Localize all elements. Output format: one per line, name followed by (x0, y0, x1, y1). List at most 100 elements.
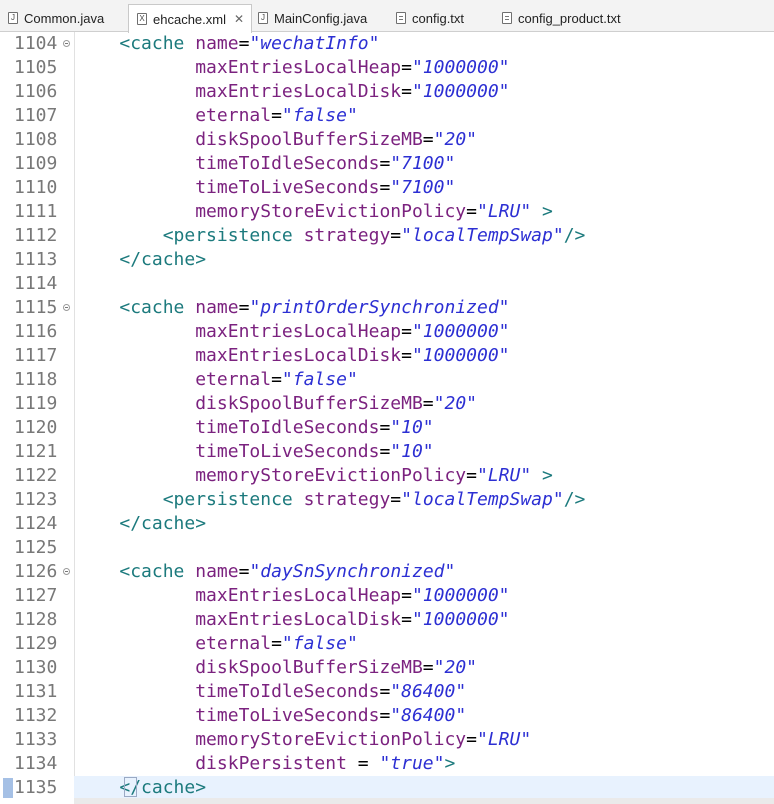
code-text[interactable]: </cache> (76, 249, 206, 271)
code-line[interactable]: 1104 <cache name="wechatInfo" (0, 32, 774, 56)
code-line[interactable]: 1134 diskPersistent = "true"> (0, 752, 774, 776)
code-text[interactable]: maxEntriesLocalDisk="1000000" (76, 81, 509, 103)
code-token: "86400" (390, 681, 467, 702)
code-line[interactable]: 1113 </cache> (0, 248, 774, 272)
code-line[interactable]: 1128 maxEntriesLocalDisk="1000000" (0, 608, 774, 632)
line-number: 1116 (14, 321, 58, 342)
code-line[interactable]: 1115 <cache name="printOrderSynchronized… (0, 296, 774, 320)
code-line[interactable]: 1116 maxEntriesLocalHeap="1000000" (0, 320, 774, 344)
tab-ehcache-xml[interactable]: X ehcache.xml ✕ (128, 4, 252, 33)
code-line[interactable]: 1111 memoryStoreEvictionPolicy="LRU" > (0, 200, 774, 224)
code-text[interactable]: memoryStoreEvictionPolicy="LRU" > (76, 201, 553, 223)
code-line[interactable]: 1119 diskSpoolBufferSizeMB="20" (0, 392, 774, 416)
line-number: 1120 (14, 417, 58, 438)
code-line[interactable]: 1108 diskSpoolBufferSizeMB="20" (0, 128, 774, 152)
code-text[interactable]: eternal="false" (76, 105, 358, 127)
line-gutter: 1106 (0, 80, 74, 104)
code-text[interactable]: <persistence strategy="localTempSwap"/> (76, 489, 586, 511)
code-text[interactable]: timeToIdleSeconds="10" (76, 417, 433, 439)
code-token: = (466, 201, 477, 222)
code-text[interactable]: maxEntriesLocalHeap="1000000" (76, 57, 509, 79)
code-line[interactable]: 1131 timeToIdleSeconds="86400" (0, 680, 774, 704)
code-text[interactable]: diskSpoolBufferSizeMB="20" (76, 129, 477, 151)
code-text[interactable]: memoryStoreEvictionPolicy="LRU" > (76, 465, 553, 487)
line-gutter: 1115 (0, 296, 74, 320)
code-line[interactable]: 1133 memoryStoreEvictionPolicy="LRU" (0, 728, 774, 752)
code-text[interactable]: </cache> (76, 513, 206, 535)
line-number: 1133 (14, 729, 58, 750)
tab-config-product-txt[interactable]: config_product.txt (494, 6, 646, 30)
code-text[interactable]: eternal="false" (76, 369, 358, 391)
code-text[interactable]: diskPersistent = "true"> (76, 753, 455, 775)
fold-toggle-icon[interactable] (63, 40, 70, 47)
code-line[interactable]: 1129 eternal="false" (0, 632, 774, 656)
close-icon[interactable]: ✕ (234, 12, 244, 26)
code-text[interactable]: <cache name="wechatInfo" (76, 33, 379, 55)
code-line[interactable]: 1114 (0, 272, 774, 296)
code-line[interactable]: 1124 </cache> (0, 512, 774, 536)
code-line[interactable]: 1120 timeToIdleSeconds="10" (0, 416, 774, 440)
line-gutter: 1111 (0, 200, 74, 224)
code-line[interactable]: 1107 eternal="false" (0, 104, 774, 128)
code-text[interactable]: memoryStoreEvictionPolicy="LRU" (76, 729, 531, 751)
code-text[interactable]: timeToIdleSeconds="7100" (76, 153, 455, 175)
code-line[interactable]: 1112 <persistence strategy="localTempSwa… (0, 224, 774, 248)
code-line[interactable]: 1123 <persistence strategy="localTempSwa… (0, 488, 774, 512)
code-text[interactable]: maxEntriesLocalHeap="1000000" (76, 321, 509, 343)
code-token: diskPersistent (195, 753, 347, 774)
code-line[interactable]: 1105 maxEntriesLocalHeap="1000000" (0, 56, 774, 80)
code-line[interactable]: 1110 timeToLiveSeconds="7100" (0, 176, 774, 200)
code-editor[interactable]: 1104 <cache name="wechatInfo" 1105 maxEnt… (0, 32, 774, 804)
fold-toggle-icon[interactable] (63, 304, 70, 311)
code-line[interactable]: 1121 timeToLiveSeconds="10" (0, 440, 774, 464)
code-token: maxEntriesLocalHeap (195, 57, 402, 78)
code-text[interactable]: timeToIdleSeconds="86400" (76, 681, 466, 703)
code-line[interactable]: 1127 maxEntriesLocalHeap="1000000" (0, 584, 774, 608)
horizontal-scrollbar[interactable] (74, 798, 774, 804)
line-gutter: 1124 (0, 512, 74, 536)
code-text[interactable]: maxEntriesLocalDisk="1000000" (76, 345, 509, 367)
code-line[interactable]: 1130 diskSpoolBufferSizeMB="20" (0, 656, 774, 680)
code-line[interactable]: 1126 <cache name="daySnSynchronized" (0, 560, 774, 584)
code-text[interactable]: <cache name="printOrderSynchronized" (76, 297, 509, 319)
code-token: diskSpoolBufferSizeMB (195, 657, 423, 678)
code-text[interactable]: diskSpoolBufferSizeMB="20" (76, 657, 477, 679)
code-line[interactable]: 1135 </cache> (0, 776, 774, 800)
code-text[interactable]: eternal="false" (76, 633, 358, 655)
code-token: "wechatInfo" (249, 33, 380, 54)
code-text[interactable]: timeToLiveSeconds="7100" (76, 177, 455, 199)
code-token: = (379, 705, 391, 726)
code-token: = (390, 489, 402, 510)
code-line[interactable]: 1106 maxEntriesLocalDisk="1000000" (0, 80, 774, 104)
code-text[interactable]: timeToLiveSeconds="86400" (76, 705, 466, 727)
line-number: 1115 (14, 297, 58, 318)
code-line[interactable]: 1117 maxEntriesLocalDisk="1000000" (0, 344, 774, 368)
tab-mainconfig-java[interactable]: J MainConfig.java (250, 6, 388, 30)
line-number: 1135 (14, 777, 58, 798)
code-line[interactable]: 1109 timeToIdleSeconds="7100" (0, 152, 774, 176)
tab-config-txt[interactable]: config.txt (388, 6, 494, 30)
code-text[interactable]: <persistence strategy="localTempSwap"/> (76, 225, 586, 247)
code-text[interactable]: </cache> (76, 777, 206, 799)
code-text[interactable]: maxEntriesLocalDisk="1000000" (76, 609, 509, 631)
tab-common-java[interactable]: J Common.java (0, 6, 128, 30)
code-line[interactable]: 1125 (0, 536, 774, 560)
code-line[interactable]: 1118 eternal="false" (0, 368, 774, 392)
code-token: strategy (303, 489, 391, 510)
code-text[interactable]: <cache name="daySnSynchronized" (76, 561, 455, 583)
fold-toggle-icon[interactable] (63, 568, 70, 575)
line-gutter: 1109 (0, 152, 74, 176)
code-text[interactable]: diskSpoolBufferSizeMB="20" (76, 393, 477, 415)
code-line[interactable]: 1122 memoryStoreEvictionPolicy="LRU" > (0, 464, 774, 488)
code-line[interactable]: 1132 timeToLiveSeconds="86400" (0, 704, 774, 728)
line-gutter: 1112 (0, 224, 74, 248)
code-token: = (238, 33, 250, 54)
code-text[interactable]: timeToLiveSeconds="10" (76, 441, 433, 463)
line-number: 1113 (14, 249, 58, 270)
code-text[interactable]: maxEntriesLocalHeap="1000000" (76, 585, 509, 607)
